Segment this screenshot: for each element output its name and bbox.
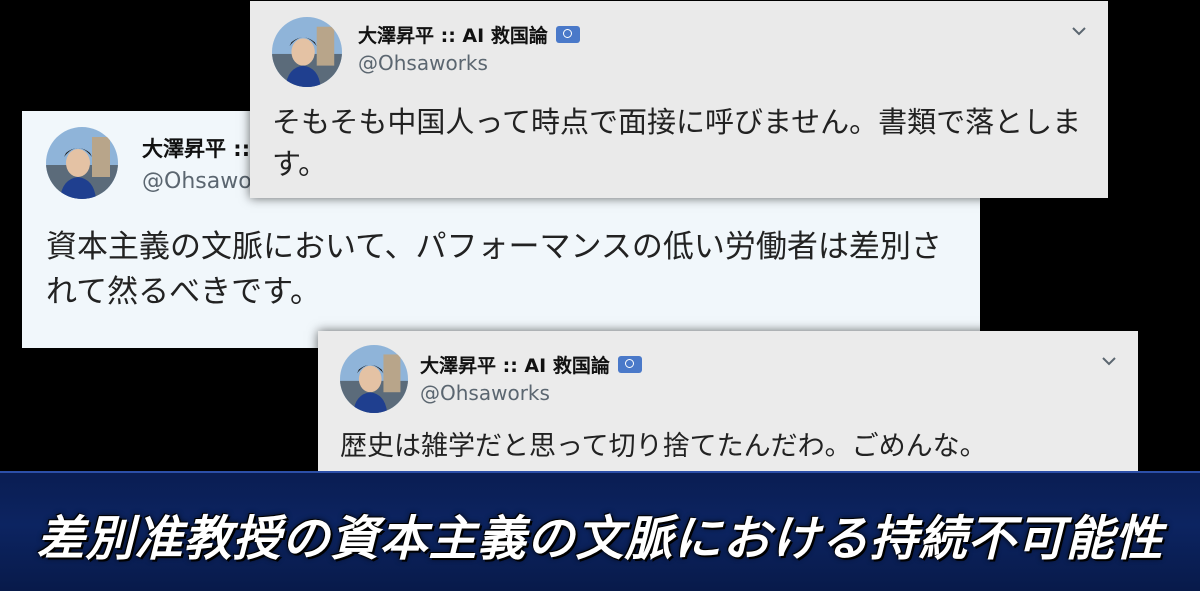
tweet-text: そもそも中国人って時点で面接に呼びません。書類で落とします。 (272, 105, 1082, 182)
tweet-card-history: 大澤昇平 :: AI 救国論 @Ohsaworks 歴史は雑学だと思って切り捨て… (318, 331, 1138, 481)
screenshot-stage: 大澤昇平 :: AI 救国論 @Ohsaworks 資本主義の文脈において、パフ… (0, 0, 1200, 591)
headline-text: 差別准教授の資本主義の文脈における持続不可能性 (36, 511, 1164, 567)
display-name-text: 大澤昇平 :: AI 救国論 (358, 25, 548, 47)
tweet-text: 歴史は雑学だと思って切り捨てたんだわ。ごめんな。 (340, 431, 987, 462)
chevron-down-icon[interactable] (1102, 357, 1116, 366)
display-name[interactable]: 大澤昇平 :: AI 救国論 (142, 133, 254, 163)
un-emblem-icon (617, 356, 642, 373)
avatar[interactable] (340, 345, 408, 413)
user-handle[interactable]: @Ohsaworks (142, 169, 252, 194)
display-name-text: 大澤昇平 :: AI 救国論 (142, 137, 254, 161)
display-name[interactable]: 大澤昇平 :: AI 救国論 (358, 21, 580, 48)
user-handle[interactable]: @Ohsaworks (358, 51, 488, 75)
display-name-text: 大澤昇平 :: AI 救国論 (420, 355, 610, 377)
tweet-card-interview: 大澤昇平 :: AI 救国論 @Ohsaworks そもそも中国人って時点で面接… (250, 1, 1108, 198)
display-name[interactable]: 大澤昇平 :: AI 救国論 (420, 351, 642, 378)
un-emblem-icon (555, 26, 580, 43)
chevron-down-icon[interactable] (1072, 27, 1086, 36)
avatar[interactable] (46, 127, 118, 199)
user-handle[interactable]: @Ohsaworks (420, 381, 550, 405)
tweet-text: 資本主義の文脈において、パフォーマンスの低い労働者は差別されて然るべきです。 (46, 229, 942, 310)
avatar[interactable] (272, 17, 342, 87)
headline-banner: 差別准教授の資本主義の文脈における持続不可能性 (0, 471, 1200, 591)
